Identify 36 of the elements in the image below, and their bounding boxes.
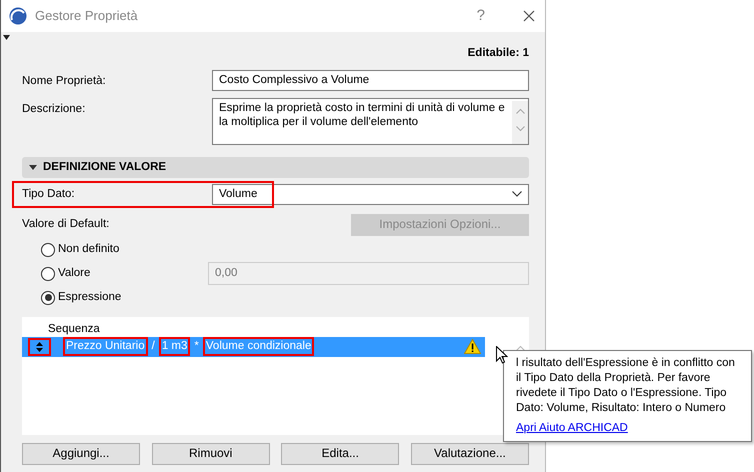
radio-button[interactable] xyxy=(41,242,55,257)
expression-part: / xyxy=(152,339,155,354)
expression-part: 1 m3 xyxy=(158,337,190,356)
chevron-down-icon xyxy=(512,191,522,198)
section-header[interactable]: DEFINIZIONE VALORE xyxy=(22,156,529,178)
data-type-dropdown[interactable]: Volume xyxy=(212,184,529,205)
action-button[interactable]: Edita... xyxy=(281,442,400,465)
name-field[interactable]: Costo Complessivo a Volume xyxy=(212,70,529,91)
dropdown-value: Volume xyxy=(219,186,258,202)
action-button[interactable]: Valutazione... xyxy=(410,442,529,465)
expression-part: Prezzo Unitario xyxy=(63,337,148,356)
help-button[interactable]: ? xyxy=(476,6,485,26)
move-arrows-icon[interactable] xyxy=(28,338,51,356)
radio-button[interactable] xyxy=(41,290,55,305)
expression-part: * xyxy=(194,339,199,354)
section-title: DEFINIZIONE VALORE xyxy=(43,160,166,175)
scroll-up-icon[interactable] xyxy=(516,344,525,351)
radio-button[interactable] xyxy=(41,266,55,281)
action-button[interactable]: Rimuovi xyxy=(152,442,270,465)
expression-part: Volume condizionale xyxy=(202,337,314,356)
radio-label: Valore xyxy=(58,266,92,282)
action-button[interactable]: Aggiungi... xyxy=(22,442,140,465)
radio-label: Espressione xyxy=(58,290,122,306)
column-header: Sequenza xyxy=(48,322,100,337)
field-label: Descrizione: xyxy=(22,102,86,117)
app-logo-icon xyxy=(9,7,27,25)
caret-icon[interactable] xyxy=(3,35,10,40)
window-title: Gestore Proprietà xyxy=(35,8,139,24)
field-label: Tipo Dato: xyxy=(22,186,76,202)
field-label: Valore di Default: xyxy=(22,217,110,232)
close-icon[interactable] xyxy=(523,10,535,22)
field-label: Nome Proprietà: xyxy=(22,74,107,89)
editable-count: Editabile: 1 xyxy=(466,46,529,61)
help-link[interactable]: Apri Aiuto ARCHICAD xyxy=(516,421,628,436)
radio-label: Non definito xyxy=(58,242,120,258)
tooltip-text: l risultato dell'Espressione è in conflitto con il Tipo Dato della Proprietà. Per favore rivedete il Tipo Dato o l'Espressione. Tipo Dato: Volume, Risultato: Intero o Numero xyxy=(516,356,736,416)
